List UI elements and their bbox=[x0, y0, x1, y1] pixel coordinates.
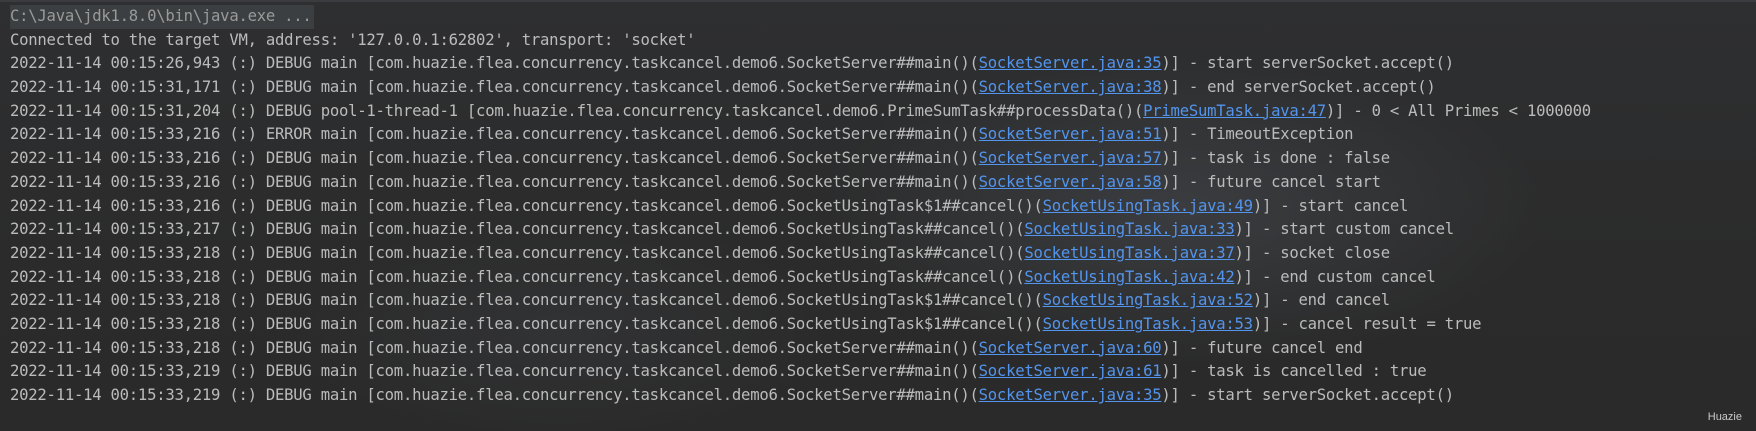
console-top-border bbox=[0, 0, 1756, 2]
log-line: 2022-11-14 00:15:33,219 (:) DEBUG main [… bbox=[10, 384, 1750, 408]
log-message: )] - start serverSocket.accept() bbox=[1161, 54, 1454, 73]
log-prefix: 2022-11-14 00:15:33,218 (:) DEBUG main [… bbox=[10, 314, 1043, 333]
log-prefix: 2022-11-14 00:15:31,204 (:) DEBUG pool-1… bbox=[10, 101, 1144, 120]
log-prefix: 2022-11-14 00:15:31,171 (:) DEBUG main [… bbox=[10, 78, 979, 97]
log-prefix: 2022-11-14 00:15:26,943 (:) DEBUG main [… bbox=[10, 54, 979, 73]
log-line: 2022-11-14 00:15:33,218 (:) DEBUG main [… bbox=[10, 266, 1750, 290]
log-prefix: 2022-11-14 00:15:33,219 (:) DEBUG main [… bbox=[10, 386, 979, 404]
log-message: )] - task is done : false bbox=[1161, 149, 1390, 168]
log-line: 2022-11-14 00:15:31,204 (:) DEBUG pool-1… bbox=[10, 100, 1750, 124]
log-message: )] - start custom cancel bbox=[1234, 220, 1455, 239]
log-message: )] - TimeoutException bbox=[1161, 125, 1354, 144]
source-link[interactable]: SocketUsingTask.java:53 bbox=[1043, 315, 1253, 333]
log-line: 2022-11-14 00:15:33,216 (:) DEBUG main [… bbox=[10, 171, 1750, 195]
log-line: 2022-11-14 00:15:33,216 (:) DEBUG main [… bbox=[10, 147, 1750, 171]
log-line: 2022-11-14 00:15:31,171 (:) DEBUG main [… bbox=[10, 76, 1750, 100]
source-link[interactable]: PrimeSumTask.java:47 bbox=[1143, 102, 1326, 120]
log-prefix: 2022-11-14 00:15:33,218 (:) DEBUG main [… bbox=[10, 267, 1025, 286]
log-line: 2022-11-14 00:15:33,218 (:) DEBUG main [… bbox=[10, 313, 1750, 337]
source-link[interactable]: SocketUsingTask.java:49 bbox=[1043, 197, 1253, 215]
log-prefix: 2022-11-14 00:15:33,217 (:) DEBUG main [… bbox=[10, 220, 1025, 239]
log-line: 2022-11-14 00:15:33,216 (:) ERROR main [… bbox=[10, 123, 1750, 147]
console-output[interactable]: C:\Java\jdk1.8.0\bin\java.exe ... Connec… bbox=[10, 5, 1750, 408]
log-message: )] - future cancel start bbox=[1161, 172, 1381, 191]
log-prefix: 2022-11-14 00:15:33,218 (:) DEBUG main [… bbox=[10, 291, 1043, 310]
log-line: 2022-11-14 00:15:33,217 (:) DEBUG main [… bbox=[10, 218, 1750, 242]
command-line: C:\Java\jdk1.8.0\bin\java.exe ... bbox=[10, 5, 1750, 29]
log-message: )] - socket close bbox=[1234, 243, 1391, 262]
log-message: )] - future cancel end bbox=[1161, 338, 1363, 357]
log-message: )] - start cancel bbox=[1252, 196, 1409, 215]
source-link[interactable]: SocketUsingTask.java:42 bbox=[1024, 268, 1234, 286]
watermark: Huazie bbox=[1707, 411, 1742, 423]
source-link[interactable]: SocketServer.java:38 bbox=[979, 78, 1162, 96]
source-link[interactable]: SocketUsingTask.java:37 bbox=[1024, 244, 1234, 262]
log-line: 2022-11-14 00:15:33,218 (:) DEBUG main [… bbox=[10, 337, 1750, 361]
log-prefix: 2022-11-14 00:15:33,216 (:) DEBUG main [… bbox=[10, 149, 979, 168]
log-line: 2022-11-14 00:15:33,218 (:) DEBUG main [… bbox=[10, 289, 1750, 313]
log-prefix: 2022-11-14 00:15:33,216 (:) ERROR main [… bbox=[10, 125, 979, 144]
log-message: )] - end custom cancel bbox=[1234, 267, 1436, 286]
source-link[interactable]: SocketServer.java:60 bbox=[979, 339, 1162, 357]
log-line: 2022-11-14 00:15:33,219 (:) DEBUG main [… bbox=[10, 360, 1750, 384]
log-line: 2022-11-14 00:15:33,218 (:) DEBUG main [… bbox=[10, 242, 1750, 266]
source-link[interactable]: SocketServer.java:58 bbox=[979, 173, 1162, 191]
log-prefix: 2022-11-14 00:15:33,219 (:) DEBUG main [… bbox=[10, 362, 979, 381]
source-link[interactable]: SocketUsingTask.java:33 bbox=[1024, 220, 1234, 238]
source-link[interactable]: SocketServer.java:61 bbox=[979, 362, 1162, 380]
log-line: 2022-11-14 00:15:26,943 (:) DEBUG main [… bbox=[10, 52, 1750, 76]
java-command[interactable]: C:\Java\jdk1.8.0\bin\java.exe ... bbox=[10, 5, 314, 29]
log-line: 2022-11-14 00:15:33,216 (:) DEBUG main [… bbox=[10, 195, 1750, 219]
source-link[interactable]: SocketServer.java:35 bbox=[979, 54, 1162, 72]
log-message: )] - end cancel bbox=[1252, 291, 1390, 310]
source-link[interactable]: SocketUsingTask.java:52 bbox=[1043, 291, 1253, 309]
log-message: )] - cancel result = true bbox=[1252, 314, 1482, 333]
log-prefix: 2022-11-14 00:15:33,218 (:) DEBUG main [… bbox=[10, 338, 979, 357]
log-message: )] - 0 < All Primes < 1000000 bbox=[1325, 101, 1591, 120]
log-message: )] - start serverSocket.accept() bbox=[1161, 386, 1454, 404]
source-link[interactable]: SocketServer.java:57 bbox=[979, 149, 1162, 167]
log-message: )] - end serverSocket.accept() bbox=[1161, 78, 1436, 97]
connected-message: Connected to the target VM, address: '12… bbox=[10, 30, 696, 49]
run-console[interactable]: C:\Java\jdk1.8.0\bin\java.exe ... Connec… bbox=[0, 0, 1756, 431]
log-message: )] - task is cancelled : true bbox=[1161, 362, 1427, 381]
source-link[interactable]: SocketServer.java:35 bbox=[979, 386, 1162, 404]
log-prefix: 2022-11-14 00:15:33,216 (:) DEBUG main [… bbox=[10, 172, 979, 191]
log-prefix: 2022-11-14 00:15:33,218 (:) DEBUG main [… bbox=[10, 243, 1025, 262]
log-prefix: 2022-11-14 00:15:33,216 (:) DEBUG main [… bbox=[10, 196, 1043, 215]
source-link[interactable]: SocketServer.java:51 bbox=[979, 125, 1162, 143]
